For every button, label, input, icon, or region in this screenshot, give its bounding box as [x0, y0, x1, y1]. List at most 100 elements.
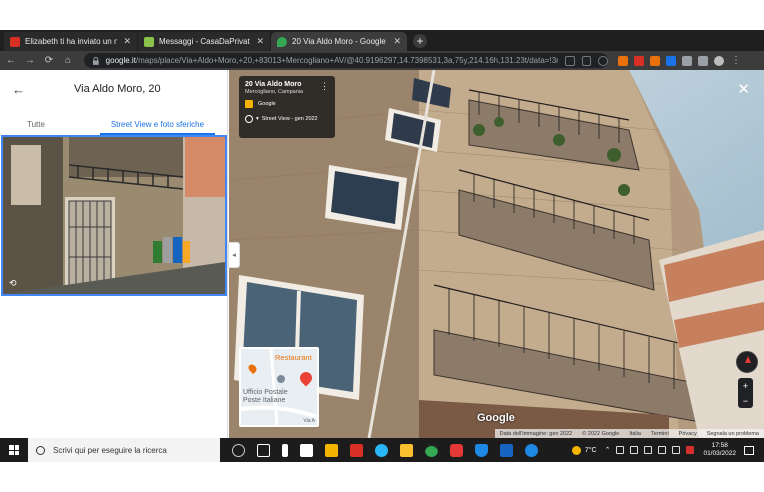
clock-date: 01/03/2022: [703, 450, 736, 457]
privacy-link[interactable]: Privacy: [679, 431, 697, 437]
forward-arrow-icon[interactable]: →: [22, 53, 38, 69]
close-tab-icon[interactable]: ✕: [256, 36, 264, 47]
lock-icon: [92, 56, 99, 65]
help-icon[interactable]: [525, 443, 538, 457]
office-icon[interactable]: [350, 443, 363, 457]
tab-casadaprivato[interactable]: Messaggi - CasaDaPrivato.it ✕: [138, 32, 270, 51]
tab-gmail[interactable]: Elizabeth ti ha inviato un messag ✕: [4, 32, 137, 51]
pinned-apps: [226, 443, 544, 457]
back-arrow-icon[interactable]: ←: [12, 82, 28, 97]
clock-icon: [245, 115, 253, 123]
weather-icon[interactable]: [571, 445, 581, 455]
close-tab-icon[interactable]: ✕: [393, 36, 401, 47]
clock[interactable]: 17:58 01/03/2022: [703, 442, 736, 458]
windows-logo-icon: [9, 445, 19, 455]
gmail-icon: [10, 36, 20, 47]
zoom-out-button[interactable]: −: [743, 396, 748, 406]
media-app-icon[interactable]: [450, 443, 463, 457]
chevron-up-icon[interactable]: ⌃: [605, 446, 611, 454]
url-path: /maps/place/Via+Aldo+Moro,+20,+83013+Mer…: [135, 56, 558, 65]
panel-header: ← Via Aldo Moro, 20: [0, 70, 227, 108]
tray-app-icon[interactable]: [644, 446, 653, 454]
extension-icon[interactable]: [634, 55, 644, 66]
winamp-icon[interactable]: [282, 443, 288, 457]
extension-icon[interactable]: [650, 55, 660, 66]
taskbar-search[interactable]: Scrivi qui per eseguire la ricerca: [28, 438, 220, 462]
home-icon[interactable]: ⌂: [60, 53, 76, 69]
back-arrow-icon[interactable]: ←: [3, 53, 19, 69]
report-problem-link[interactable]: Segnala un problema: [707, 431, 759, 437]
restaurant-label: Restaurant: [275, 353, 312, 362]
notification-icon[interactable]: [744, 445, 754, 455]
more-menu-icon[interactable]: ⋮: [728, 53, 744, 69]
extension-icon[interactable]: [666, 55, 676, 66]
google-maps-icon: [277, 36, 287, 47]
amazon-icon[interactable]: [300, 443, 313, 457]
chevron-down-icon: ▾: [256, 116, 259, 122]
start-button[interactable]: [0, 438, 28, 462]
close-tab-icon[interactable]: ✕: [123, 36, 131, 47]
bookmark-star-icon[interactable]: [598, 55, 608, 66]
country-link[interactable]: Italia: [629, 431, 641, 437]
terms-link[interactable]: Termini: [651, 431, 669, 437]
street-view-thumbnail[interactable]: ⟲: [1, 135, 227, 296]
profile-avatar[interactable]: [714, 55, 724, 66]
close-street-view-icon[interactable]: ✕: [737, 80, 750, 98]
tray-app-icon[interactable]: [686, 446, 695, 454]
edge-icon[interactable]: [375, 443, 388, 457]
address-bar[interactable]: google.it /maps/place/Via+Aldo+Moro,+20,…: [84, 53, 608, 68]
url-host: google.it: [105, 56, 136, 65]
image-date: Data dell'immagine: gen 2022: [499, 430, 573, 437]
photo-tabs: Tutte Street View e foto sferiche: [0, 108, 227, 136]
street-view-panorama[interactable]: 20 Via Aldo Moro Mercogliano, Campania G…: [229, 70, 764, 438]
extension-icon[interactable]: [618, 55, 628, 66]
network-icon[interactable]: [658, 446, 667, 454]
clock-time: 17:58: [711, 441, 728, 449]
capture-date-selector[interactable]: ▾ Street View - gen 2022: [245, 115, 329, 123]
collapse-panel-button[interactable]: ◂: [228, 242, 240, 268]
tray-app-icon[interactable]: [630, 446, 639, 454]
photos-icon[interactable]: [500, 443, 513, 457]
volume-icon[interactable]: [672, 446, 681, 454]
cortana-icon[interactable]: [232, 443, 245, 457]
casadaprivato-icon: [144, 36, 154, 47]
post-office-pin-icon: [277, 375, 285, 383]
tab-title: Elizabeth ti ha inviato un messag: [25, 37, 118, 46]
puzzle-icon[interactable]: [682, 55, 692, 66]
screen: Elizabeth ti ha inviato un messag ✕ Mess…: [0, 0, 764, 492]
tab-all[interactable]: Tutte: [27, 120, 45, 135]
temperature[interactable]: 7°C: [585, 447, 597, 454]
new-tab-button[interactable]: +: [413, 34, 427, 48]
bottom-margin: [0, 462, 764, 492]
provider-name: Google: [258, 101, 276, 107]
place-title: Via Aldo Moro, 20: [74, 83, 161, 95]
search-placeholder: Scrivi qui per eseguire la ricerca: [53, 445, 167, 455]
tray-app-icon[interactable]: [616, 446, 625, 454]
location-address: 20 Via Aldo Moro: [245, 81, 302, 88]
defender-icon[interactable]: [475, 443, 488, 457]
chrome-icon[interactable]: [425, 443, 438, 457]
reload-icon[interactable]: ⟳: [41, 53, 57, 69]
side-panel-icon[interactable]: [698, 55, 708, 66]
share-icon[interactable]: [581, 55, 592, 66]
more-options-icon[interactable]: ⋮: [320, 81, 329, 92]
tab-street-view[interactable]: Street View e foto sferiche: [99, 120, 215, 135]
file-explorer-icon[interactable]: [400, 443, 413, 457]
search-icon: [36, 445, 45, 455]
provider-row: Google: [245, 100, 329, 108]
system-tray: 7°C ⌃ 17:58 01/03/2022: [571, 438, 764, 462]
compass-icon[interactable]: [736, 351, 758, 373]
google-contributor-icon: [245, 100, 253, 108]
install-app-icon[interactable]: [564, 55, 575, 66]
browser-toolbar: ← → ⟳ ⌂ google.it /maps/place/Via+Aldo+M…: [0, 51, 764, 70]
zoom-in-button[interactable]: +: [743, 381, 748, 391]
tab-google-maps[interactable]: 20 Via Aldo Moro - Google Maps ✕: [271, 32, 407, 51]
store-icon[interactable]: [325, 443, 338, 457]
capture-date: Street View - gen 2022: [261, 116, 318, 122]
tab-title: Messaggi - CasaDaPrivato.it: [159, 37, 251, 46]
mini-map[interactable]: Restaurant Ufficio Postale Poste Italian…: [239, 347, 319, 427]
task-view-icon[interactable]: [257, 443, 270, 457]
google-watermark: Google: [477, 412, 515, 424]
street-label: Via A: [303, 418, 315, 424]
panorama-icon: ⟲: [9, 278, 17, 288]
